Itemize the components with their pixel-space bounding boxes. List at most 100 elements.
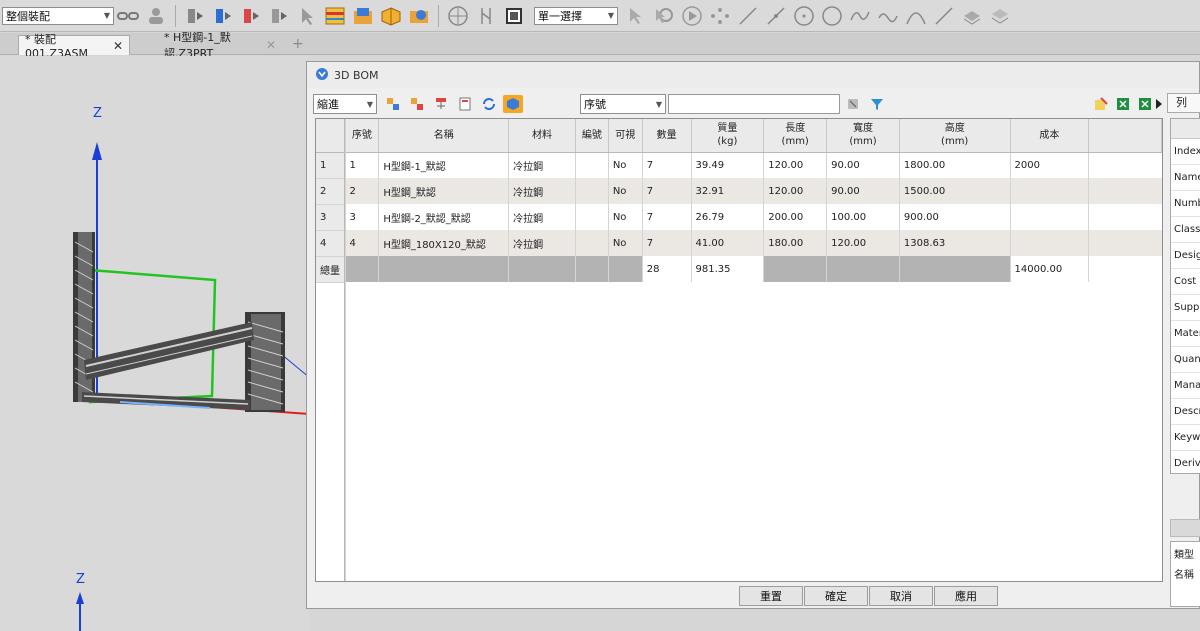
column-header[interactable]: 可視 [608, 119, 643, 153]
excel-icon[interactable] [1113, 95, 1133, 113]
table-cell[interactable]: 7 [642, 230, 692, 256]
excel-export-icon[interactable] [1135, 95, 1155, 113]
column-property-item[interactable]: Keyw [1171, 425, 1200, 451]
panel-expand-icon[interactable] [1153, 95, 1165, 113]
table-cell[interactable]: 180.00 [763, 230, 828, 256]
table-cell[interactable]: 26.79 [691, 204, 765, 230]
layers-alt-icon[interactable] [988, 4, 1012, 28]
table-cell[interactable]: No [608, 230, 643, 256]
column-property-item[interactable]: Numb [1171, 191, 1200, 217]
spline-icon[interactable] [848, 4, 872, 28]
structure-icon[interactable] [431, 95, 451, 113]
table-cell[interactable]: No [608, 152, 643, 178]
bom-table-icon[interactable] [323, 4, 347, 28]
assembly-mode-select[interactable]: 整個裝配 ▼ [2, 6, 114, 25]
apply-button[interactable]: 應用 [934, 586, 998, 606]
add-tab-icon[interactable]: + [292, 36, 304, 52]
curve-icon[interactable] [876, 4, 900, 28]
table-cell[interactable]: 7 [642, 152, 692, 178]
table-cell[interactable]: 90.00 [826, 152, 900, 178]
clear-filter-icon[interactable] [843, 95, 863, 113]
table-cell[interactable]: 冷拉鋼 [508, 230, 576, 256]
indent-select[interactable]: 縮進 ▼ [313, 94, 377, 114]
panel-splitter[interactable] [1170, 519, 1200, 537]
3d-viewport[interactable]: Z Z [0, 56, 311, 631]
export-folder-icon[interactable] [351, 4, 375, 28]
table-cell[interactable]: 2 [344, 178, 380, 204]
close-icon[interactable]: ✕ [113, 39, 123, 53]
table-row[interactable]: 2 2 H型鋼_默認 冷拉鋼 No 7 32.91 120.00 90.00 1500.00 [316, 178, 1162, 205]
column-header[interactable]: 序號 [344, 119, 380, 153]
bracket-icon[interactable] [474, 4, 498, 28]
table-cell[interactable]: 32.91 [691, 178, 765, 204]
table-cell[interactable]: 120.00 [826, 230, 900, 256]
layers-icon[interactable] [960, 4, 984, 28]
bom-view-toggle-icon[interactable] [503, 95, 523, 113]
column-property-item[interactable]: Desig [1171, 243, 1200, 269]
column-property-item[interactable]: Mana [1171, 373, 1200, 399]
table-cell[interactable]: 120.00 [763, 152, 828, 178]
column-header[interactable]: 名稱 [378, 119, 510, 153]
column-header[interactable]: 高度 (mm) [899, 119, 1011, 153]
table-cell[interactable]: 200.00 [763, 204, 828, 230]
column-header[interactable]: 質量 (kg) [691, 119, 765, 153]
line-point-icon[interactable] [764, 4, 788, 28]
arc-icon[interactable] [904, 4, 928, 28]
component-gray-icon[interactable] [267, 4, 291, 28]
cancel-button[interactable]: 取消 [869, 586, 933, 606]
column-header[interactable]: 材料 [508, 119, 576, 153]
export-icon[interactable] [1091, 95, 1111, 113]
table-row[interactable]: 3 3 H型鋼-2_默認_默認 冷拉鋼 No 7 26.79 200.00 100.00 900.… [316, 204, 1162, 231]
document-icon[interactable] [455, 95, 475, 113]
reset-button[interactable]: 重置 [739, 586, 803, 606]
table-cell[interactable]: 2000 [1010, 152, 1090, 178]
sort-field-select[interactable]: 序號 ▼ [580, 94, 666, 114]
column-property-item[interactable]: Deriv [1171, 451, 1200, 473]
column-header[interactable]: 數量 [642, 119, 692, 153]
column-property-item[interactable]: Mater [1171, 321, 1200, 347]
component-list-icon[interactable] [183, 4, 207, 28]
tab-part[interactable]: * H型鋼-1_默認.Z3PRT ✕ [158, 31, 282, 60]
circle-icon[interactable] [792, 4, 816, 28]
table-cell[interactable]: H型鋼-1_默認 [378, 152, 510, 178]
refresh-icon[interactable] [479, 95, 499, 113]
points-icon[interactable] [708, 4, 732, 28]
table-cell[interactable]: 900.00 [899, 204, 1011, 230]
component-red-icon[interactable] [239, 4, 263, 28]
table-cell[interactable] [1010, 230, 1090, 256]
table-cell[interactable]: H型鋼_180X120_默認 [378, 230, 510, 256]
column-property-item[interactable]: Quan [1171, 347, 1200, 373]
table-cell[interactable] [575, 178, 609, 204]
table-cell[interactable]: No [608, 204, 643, 230]
table-cell[interactable]: 1 [344, 152, 380, 178]
person-icon[interactable] [144, 4, 168, 28]
column-header[interactable]: 編號 [575, 119, 609, 153]
table-cell[interactable]: 4 [344, 230, 380, 256]
dialog-title-bar[interactable]: 3D BOM [307, 62, 1199, 88]
filter-icon[interactable] [867, 95, 887, 113]
column-property-item[interactable]: Class [1171, 217, 1200, 243]
close-icon[interactable]: ✕ [266, 38, 276, 52]
table-cell[interactable]: 1800.00 [899, 152, 1011, 178]
table-cell[interactable]: 7 [642, 178, 692, 204]
component-blue-icon[interactable] [211, 4, 235, 28]
column-property-item[interactable]: Cost [1171, 269, 1200, 295]
column-property-item[interactable]: Name [1171, 165, 1200, 191]
table-cell[interactable] [1010, 204, 1090, 230]
table-cell[interactable]: 100.00 [826, 204, 900, 230]
table-row[interactable]: 1 1 H型鋼-1_默認 冷拉鋼 No 7 39.49 120.00 90.00 1800.00 2… [316, 152, 1162, 179]
table-cell[interactable]: 1500.00 [899, 178, 1011, 204]
column-header[interactable]: 寬度 (mm) [826, 119, 900, 153]
table-cell[interactable]: H型鋼_默認 [378, 178, 510, 204]
collapse-tree-icon[interactable] [407, 95, 427, 113]
tab-columns[interactable]: 列 [1167, 93, 1200, 113]
cursor-pick-icon[interactable] [295, 4, 319, 28]
column-property-item[interactable]: Index [1171, 139, 1200, 165]
table-cell[interactable]: 39.49 [691, 152, 765, 178]
table-cell[interactable]: 41.00 [691, 230, 765, 256]
table-cell[interactable]: 3 [344, 204, 380, 230]
table-cell[interactable] [575, 230, 609, 256]
table-cell[interactable]: 冷拉鋼 [508, 152, 576, 178]
table-cell[interactable]: 冷拉鋼 [508, 178, 576, 204]
search-input[interactable] [668, 94, 840, 114]
